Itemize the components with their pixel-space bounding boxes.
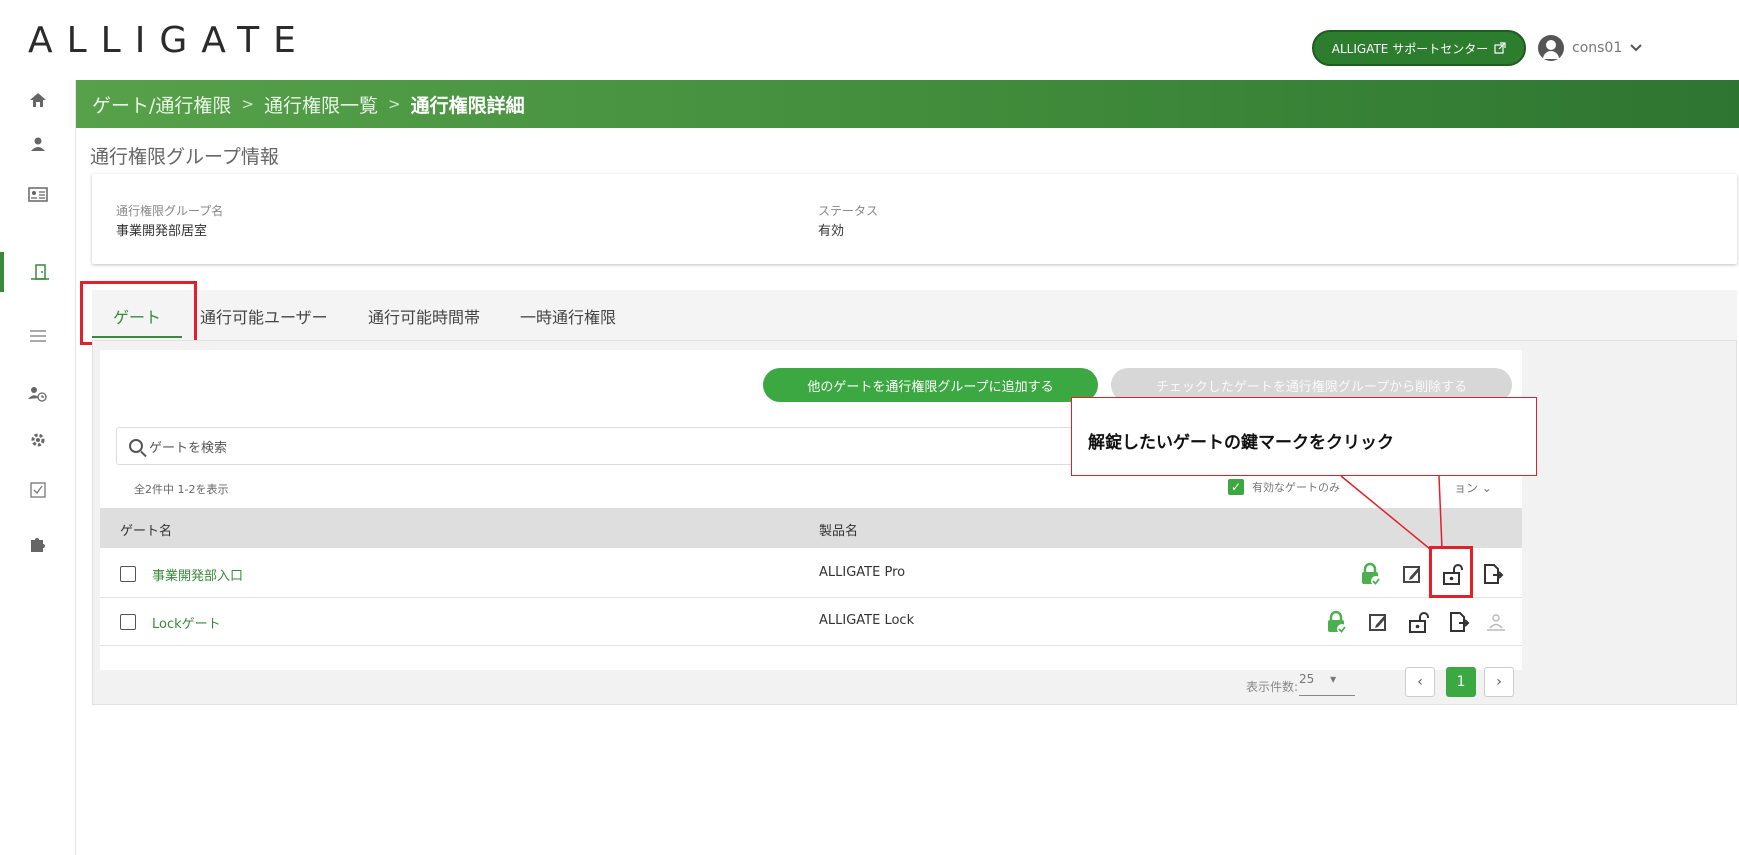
user-menu[interactable]: cons01 bbox=[1538, 30, 1642, 66]
export-icon[interactable] bbox=[1444, 608, 1472, 636]
chevron-down-icon bbox=[1630, 44, 1642, 52]
result-count: 全2件中 1-2を表示 bbox=[134, 483, 229, 496]
tab-permitted-users[interactable]: 通行可能ユーザー bbox=[200, 304, 328, 328]
id-card-icon[interactable] bbox=[0, 174, 76, 214]
tab-temporary-permission[interactable]: 一時通行権限 bbox=[520, 304, 616, 328]
gear-icon[interactable] bbox=[0, 420, 76, 460]
options-dropdown[interactable]: ョン ⌄ bbox=[1454, 479, 1492, 496]
username: cons01 bbox=[1572, 40, 1623, 56]
page-button-current[interactable]: 1 bbox=[1446, 667, 1476, 697]
valid-only-label: 有効なゲートのみ bbox=[1252, 481, 1340, 494]
table-row: Lockゲート ALLIGATE Lock bbox=[100, 598, 1522, 646]
user-avatar-icon bbox=[1538, 35, 1564, 61]
search-placeholder: ゲートを検索 bbox=[149, 440, 228, 456]
list-icon[interactable] bbox=[0, 316, 76, 356]
row-checkbox[interactable] bbox=[120, 614, 136, 630]
section-title: 通行権限グループ情報 bbox=[90, 146, 279, 168]
annotation-callout: 解錠したいゲートの鍵マークをクリック bbox=[1071, 397, 1537, 476]
search-input[interactable]: ゲートを検索 bbox=[116, 427, 1166, 465]
add-gate-button[interactable]: 他のゲートを通行権限グループに追加する bbox=[763, 368, 1098, 402]
valid-only-filter[interactable]: ✓ 有効なゲートのみ bbox=[1228, 479, 1340, 495]
support-center-label: ALLIGATE サポートセンター bbox=[1331, 41, 1489, 56]
user-icon[interactable] bbox=[0, 124, 76, 164]
sidebar bbox=[0, 80, 76, 855]
home-icon[interactable] bbox=[0, 80, 76, 120]
logo: ALLIGATE bbox=[28, 20, 310, 61]
column-gate-name: ゲート名 bbox=[120, 524, 173, 539]
status-value: 有効 bbox=[818, 224, 845, 239]
product-name: ALLIGATE Pro bbox=[819, 565, 906, 580]
breadcrumb-separator: > bbox=[241, 95, 254, 113]
lock-status-icon[interactable] bbox=[1356, 560, 1384, 588]
breadcrumb: ゲート/通行権限 > 通行権限一覧 > 通行権限詳細 bbox=[76, 80, 1739, 128]
caret-down-icon: ▾ bbox=[1330, 672, 1337, 686]
user-clock-icon[interactable] bbox=[0, 374, 76, 414]
options-label: ョン bbox=[1454, 481, 1479, 495]
group-info-card: 通行権限グループ名 事業開発部居室 ステータス 有効 bbox=[92, 174, 1737, 264]
breadcrumb-separator: > bbox=[388, 95, 401, 113]
table-header: ゲート名 製品名 bbox=[100, 508, 1522, 548]
chevron-down-icon: ⌄ bbox=[1481, 481, 1492, 495]
column-product-name: 製品名 bbox=[819, 524, 859, 539]
breadcrumb-permission-list[interactable]: 通行権限一覧 bbox=[264, 91, 378, 118]
tab-permitted-time[interactable]: 通行可能時間帯 bbox=[368, 304, 480, 328]
puzzle-icon[interactable] bbox=[0, 524, 76, 564]
next-page-button[interactable]: › bbox=[1484, 667, 1514, 697]
previous-page-button[interactable]: ‹ bbox=[1405, 667, 1435, 697]
gate-name-link[interactable]: Lockゲート bbox=[152, 613, 221, 632]
breadcrumb-gates[interactable]: ゲート/通行権限 bbox=[92, 91, 231, 118]
page-size-value: 25 bbox=[1299, 672, 1315, 686]
highlight-box-lock bbox=[1429, 546, 1473, 598]
checkbox-icon[interactable] bbox=[0, 470, 76, 510]
table-row: 事業開発部入口 ALLIGATE Pro bbox=[100, 550, 1522, 598]
search-icon bbox=[129, 439, 143, 453]
status-label: ステータス bbox=[818, 204, 879, 218]
page-size-label: 表示件数: bbox=[1246, 680, 1299, 694]
product-name: ALLIGATE Lock bbox=[819, 613, 915, 628]
check-icon[interactable]: ✓ bbox=[1228, 479, 1244, 495]
highlight-box-tab bbox=[80, 281, 197, 345]
external-link-icon bbox=[1494, 42, 1506, 54]
support-center-button[interactable]: ALLIGATE サポートセンター bbox=[1312, 30, 1526, 66]
unlock-icon[interactable] bbox=[1404, 608, 1432, 636]
tabs: ゲート 通行可能ユーザー 通行可能時間帯 一時通行権限 bbox=[92, 290, 1737, 340]
door-icon[interactable] bbox=[0, 252, 76, 292]
row-checkbox[interactable] bbox=[120, 566, 136, 582]
group-name-label: 通行権限グループ名 bbox=[116, 204, 224, 218]
user-access-icon[interactable] bbox=[1482, 608, 1510, 636]
group-name-value: 事業開発部居室 bbox=[116, 224, 208, 239]
edit-icon[interactable] bbox=[1364, 608, 1392, 636]
page-size-select[interactable]: 25 ▾ bbox=[1299, 672, 1355, 696]
gate-name-link[interactable]: 事業開発部入口 bbox=[152, 565, 243, 584]
lock-status-icon[interactable] bbox=[1322, 608, 1350, 636]
breadcrumb-current: 通行権限詳細 bbox=[410, 94, 525, 117]
top-header: ALLIGATE ALLIGATE サポートセンター cons01 bbox=[0, 0, 1739, 80]
edit-icon[interactable] bbox=[1398, 560, 1426, 588]
export-icon[interactable] bbox=[1478, 560, 1506, 588]
